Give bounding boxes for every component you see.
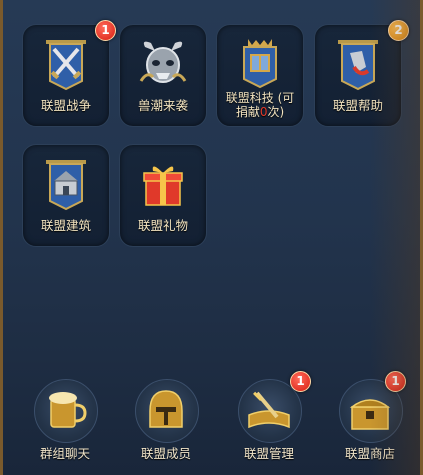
beast-skull-icon [139,41,187,83]
alliance-shop-label: 联盟商店 [344,446,395,461]
alliance-war-label: 联盟战争 [40,98,91,113]
treasure-chest-icon [349,399,391,430]
alliance-war-tile[interactable]: 联盟战争 [22,24,110,127]
alliance-building-tile[interactable]: 联盟建筑 [22,144,110,247]
alliance-gift-tile[interactable]: 联盟礼物 [119,144,207,247]
alliance-gift-label: 联盟礼物 [137,218,188,233]
group-chat-button[interactable]: 群组聊天 [25,379,105,469]
alliance-tech-label: 联盟科技 (可 捐献0次) [217,91,303,119]
alliance-tech-tile[interactable]: 联盟科技 (可 捐献0次) [216,24,304,127]
alliance-tech-label-line2: 捐献0次) [217,105,303,119]
alliance-management-badge: 1 [290,371,311,392]
alliance-help-badge: 2 [388,20,409,41]
group-chat-label: 群组聊天 [39,446,90,461]
alliance-management-button[interactable]: 联盟管理 [229,379,309,469]
help-banner-icon [338,40,378,91]
tech-banner-icon [243,39,277,89]
book-sword-icon [248,391,290,429]
alliance-members-button[interactable]: 联盟成员 [126,379,206,469]
gift-box-icon [143,166,183,206]
alliance-tech-label-line1: 联盟科技 (可 [225,91,295,105]
alliance-shop-button[interactable]: 联盟商店 [330,379,410,469]
alliance-building-label: 联盟建筑 [40,218,91,233]
crossed-swords-banner-icon [46,40,86,91]
alliance-members-label: 联盟成员 [140,446,191,461]
alliance-help-label: 联盟帮助 [332,98,383,113]
donate-suffix: 次) [267,105,285,119]
alliance-help-tile[interactable]: 联盟帮助 [314,24,402,127]
beer-mug-icon [49,392,87,428]
alliance-war-badge: 1 [95,20,116,41]
beast-tide-tile[interactable]: 兽潮来袭 [119,24,207,127]
helmet-icon [149,390,183,428]
beast-tide-label: 兽潮来袭 [137,98,188,113]
alliance-panel: 联盟战争 1 兽潮来袭 联盟科技 (可 捐献0次) 联盟帮助 2 联盟建筑 联盟… [0,0,423,475]
alliance-management-label: 联盟管理 [243,446,294,461]
donate-text: 捐献 [235,105,260,119]
alliance-shop-badge: 1 [385,371,406,392]
building-banner-icon [46,160,86,211]
